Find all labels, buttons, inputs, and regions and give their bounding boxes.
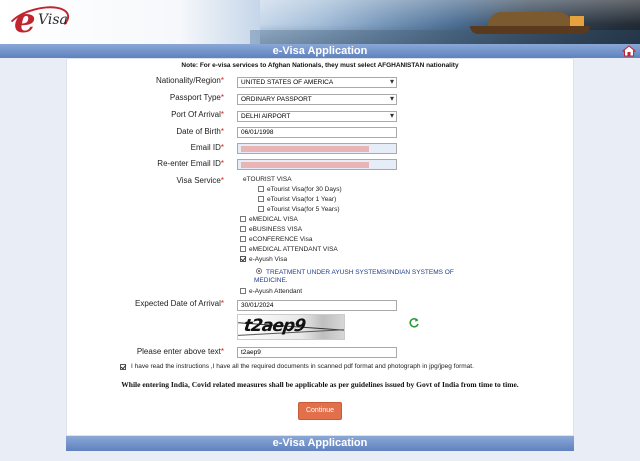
etourist-5-years-option[interactable]: eTourist Visa(for 5 Years) [258,205,340,214]
captcha-input[interactable]: t2aep9 [237,347,397,358]
reemail-redaction [241,162,369,168]
econference-checkbox[interactable] [240,236,246,242]
econference-option[interactable]: eCONFERENCE Visa [240,235,312,244]
title-bar: e-Visa Application [0,44,640,58]
footer-bar: e-Visa Application [66,436,574,451]
logo-e: e [14,1,36,41]
captcha-text: t2aep9 [242,316,307,336]
email-redaction [241,146,369,152]
houseboat-front [570,16,584,26]
houseboat-roof [488,12,572,26]
home-icon[interactable] [622,45,636,57]
e-ayush-attendant-checkbox[interactable] [240,288,246,294]
ebusiness-checkbox[interactable] [240,226,246,232]
houseboat-image [470,12,590,34]
footer-title: e-Visa Application [272,437,368,449]
covid-notice: While entering India, Covid related meas… [121,380,519,389]
ayush-treatment-label: TREATMENT UNDER AYUSH SYSTEMS/INDIAN SYS… [254,269,454,284]
nationality-select[interactable]: UNITED STATES OF AMERICA [237,77,397,88]
logo-visa: Visa [38,12,68,28]
emedical-attendant-option[interactable]: eMEDICAL ATTENDANT VISA [240,245,338,254]
e-ayush-checkbox[interactable] [240,256,246,262]
captcha-image: t2aep9 [237,314,345,340]
e-ayush-attendant-option[interactable]: e-Ayush Attendant [240,287,302,296]
declaration-text: I have read the instructions ,I have all… [131,363,474,370]
refresh-icon[interactable] [408,317,420,329]
evisa-page: e Visa e-Visa Application Note: For e-vi… [0,0,640,461]
reemail-label: Re-enter Email ID* [157,159,224,168]
email-label: Email ID* [190,143,224,152]
emedical-option[interactable]: eMEDICAL VISA [240,215,298,224]
etourist-30-days-checkbox[interactable] [258,186,264,192]
houseboat-hull [470,26,590,34]
etourist-heading: eTOURIST VISA [243,176,292,183]
port-of-arrival-label: Port Of Arrival* [171,110,224,119]
etourist-30-days-option[interactable]: eTourist Visa(for 30 Days) [258,185,342,194]
e-ayush-option[interactable]: e-Ayush Visa [240,255,287,264]
passport-type-label: Passport Type* [169,93,224,102]
etourist-5-years-checkbox[interactable] [258,206,264,212]
header-banner: e Visa [0,0,640,44]
dob-label: Date of Birth* [176,127,224,136]
dob-input[interactable]: 06/01/1998 [237,127,397,138]
arrival-date-label: Expected Date of Arrival* [135,299,224,308]
page-title: e-Visa Application [272,45,368,57]
port-of-arrival-select[interactable]: DELHI AIRPORT [237,111,397,122]
passport-type-select[interactable]: ORDINARY PASSPORT [237,94,397,105]
arrival-date-input[interactable]: 30/01/2024 [237,300,397,311]
nationality-label: Nationality/Region* [155,76,224,85]
emedical-checkbox[interactable] [240,216,246,222]
reemail-input[interactable] [237,159,397,170]
visa-service-label: Visa Service* [176,176,224,185]
emedical-attendant-checkbox[interactable] [240,246,246,252]
etourist-1-year-checkbox[interactable] [258,196,264,202]
email-input[interactable] [237,143,397,154]
captcha-label: Please enter above text* [136,347,224,356]
etourist-1-year-option[interactable]: eTourist Visa(for 1 Year) [258,195,336,204]
ebusiness-option[interactable]: eBUSINESS VISA [240,225,302,234]
afghan-note: Note: For e-visa services to Afghan Nati… [181,62,459,69]
continue-button[interactable]: Continue [298,402,342,420]
